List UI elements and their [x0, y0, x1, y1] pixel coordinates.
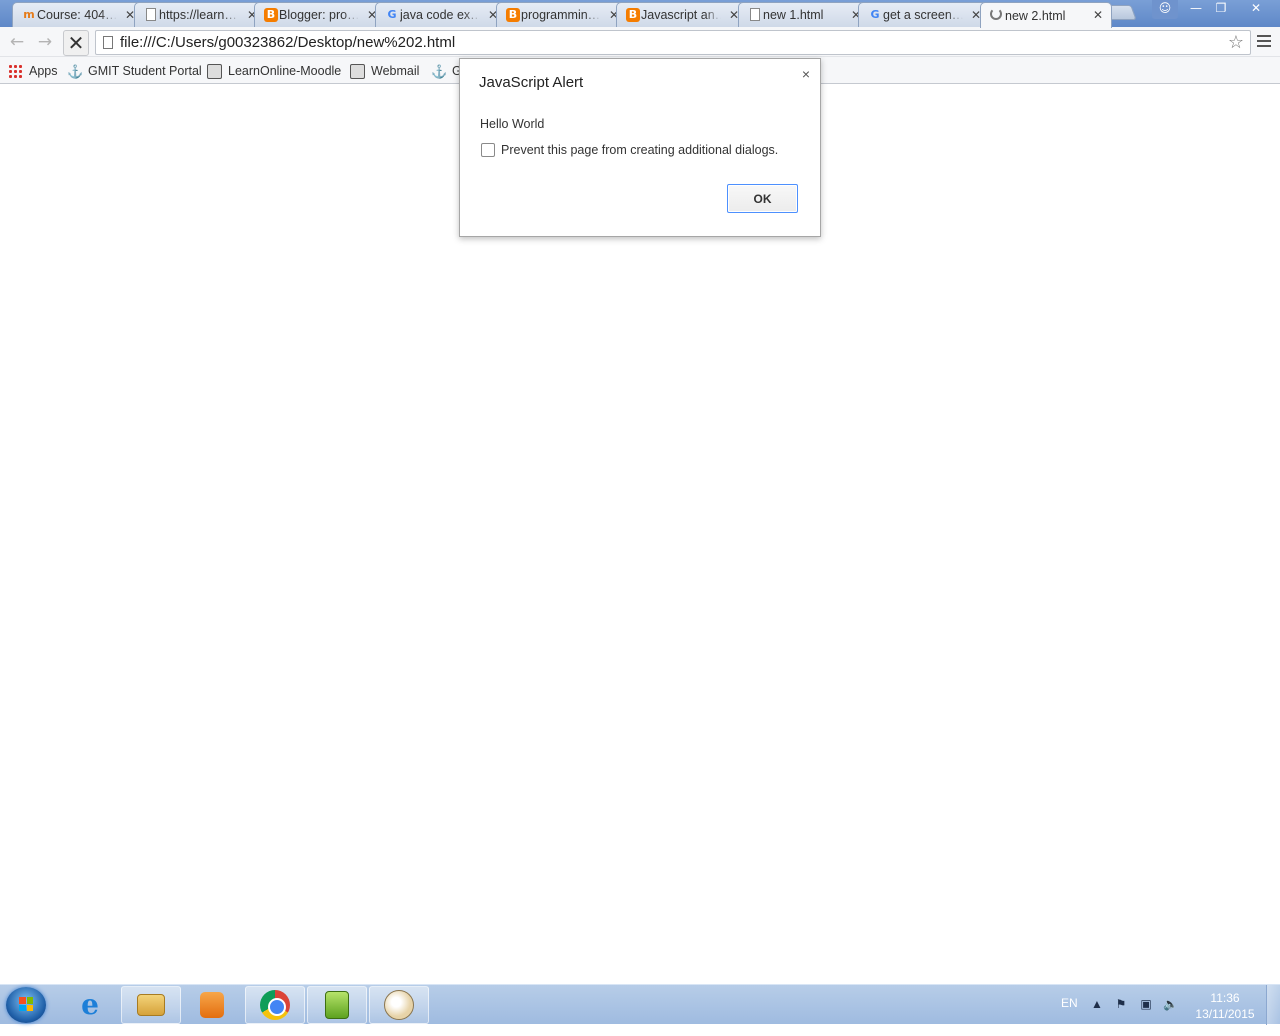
media-player-icon: [200, 992, 224, 1018]
tab-strip: m Course: 404… ✕ https://learn… ✕ B Blog…: [0, 0, 1280, 28]
loading-spinner-icon: [990, 8, 1002, 20]
internet-explorer-icon: e: [81, 988, 99, 1021]
tab-javascript[interactable]: B Javascript an… ✕: [616, 2, 748, 27]
dialog-message: Hello World: [480, 117, 545, 131]
tab-course[interactable]: m Course: 404… ✕: [12, 2, 144, 27]
tab-title: programmin…: [521, 8, 601, 22]
tab-title: Blogger: pro…: [279, 8, 359, 22]
windows-logo-icon: [19, 997, 33, 1011]
moodle-icon: m: [23, 8, 35, 21]
address-text[interactable]: file:///C:/Users/g00323862/Desktop/new%2…: [120, 34, 455, 51]
window-close-button[interactable]: ✕: [1234, 0, 1278, 19]
network-icon[interactable]: ▣: [1139, 997, 1153, 1011]
gmit-logo-icon: ⚓: [431, 63, 448, 79]
clock-time: 11:36: [1210, 991, 1240, 1005]
bookmark-label: GMIT Student Portal: [88, 64, 202, 78]
prevent-dialogs-label[interactable]: Prevent this page from creating addition…: [501, 143, 778, 157]
bookmark-g[interactable]: ⚓ G: [431, 62, 462, 80]
tab-title: java code ex…: [400, 8, 480, 22]
tab-get-screen[interactable]: G get a screen… ✕: [858, 2, 990, 27]
tab-title: new 1.html: [763, 8, 824, 22]
stop-loading-icon[interactable]: ✕: [63, 30, 89, 56]
windows-taskbar: e EN ▲ ⚑ ▣ 🔈 11:36 13/11/2015: [0, 984, 1280, 1025]
blogger-icon: B: [626, 8, 640, 22]
document-icon: [750, 8, 760, 21]
ok-button[interactable]: OK: [727, 184, 798, 213]
volume-icon[interactable]: 🔈: [1163, 997, 1178, 1011]
tab-title: get a screen…: [883, 8, 963, 22]
chrome-icon: [260, 990, 290, 1020]
taskbar-paint[interactable]: [369, 986, 429, 1024]
tab-java-code[interactable]: G java code ex… ✕: [375, 2, 507, 27]
tab-new1[interactable]: new 1.html ✕: [738, 2, 870, 27]
tab-learn[interactable]: https://learn… ✕: [134, 2, 266, 27]
blogger-icon: B: [506, 8, 520, 22]
apps-grid-icon: [8, 63, 23, 79]
bookmark-label: LearnOnline-Moodle: [228, 64, 342, 78]
prevent-dialogs-checkbox[interactable]: [481, 143, 495, 157]
bookmark-webmail[interactable]: Webmail: [350, 62, 419, 80]
gmit-logo-icon: ⚓: [67, 63, 84, 79]
bookmark-star-icon[interactable]: ☆: [1228, 32, 1244, 53]
action-center-flag-icon[interactable]: ⚑: [1114, 997, 1128, 1011]
taskbar-internet-explorer[interactable]: e: [60, 986, 120, 1024]
restore-button[interactable]: ❐: [1209, 0, 1233, 19]
system-clock[interactable]: 11:36 13/11/2015: [1190, 990, 1260, 1030]
dialog-title: JavaScript Alert: [479, 74, 584, 91]
tab-title: new 2.html: [1005, 8, 1066, 23]
start-button[interactable]: [6, 987, 46, 1023]
javascript-alert-dialog: JavaScript Alert × Hello World Prevent t…: [459, 58, 821, 237]
notepad-plus-plus-icon: [325, 991, 349, 1019]
bookmark-apps[interactable]: Apps: [8, 62, 58, 80]
dialog-close-icon[interactable]: ×: [802, 66, 810, 82]
google-icon: G: [870, 8, 880, 21]
minimize-button[interactable]: —: [1183, 0, 1209, 19]
bookmark-label: Webmail: [371, 64, 420, 78]
webmail-bookmark-icon: [350, 63, 365, 79]
tab-title: Course: 404…: [37, 8, 117, 22]
browser-toolbar: ← → ✕ file:///C:/Users/g00323862/Desktop…: [0, 27, 1280, 57]
user-profile-icon[interactable]: ☺: [1152, 0, 1178, 19]
back-arrow-icon[interactable]: ←: [6, 32, 28, 54]
language-indicator[interactable]: EN: [1061, 996, 1078, 1036]
document-icon: [146, 8, 156, 21]
tab-programming[interactable]: B programmin… ✕: [496, 2, 628, 27]
moodle-bookmark-icon: [207, 63, 222, 79]
bookmark-gmit-portal[interactable]: ⚓ GMIT Student Portal: [67, 62, 202, 80]
tab-title: https://learn…: [159, 8, 237, 22]
show-desktop-button[interactable]: [1266, 985, 1280, 1025]
paint-icon: [384, 990, 414, 1020]
address-bar[interactable]: file:///C:/Users/g00323862/Desktop/new%2…: [95, 30, 1251, 55]
tab-close-icon[interactable]: ✕: [1093, 8, 1103, 22]
taskbar-media-player[interactable]: [182, 986, 242, 1024]
tab-new2-active[interactable]: new 2.html ✕: [980, 2, 1112, 28]
google-icon: G: [387, 8, 397, 21]
taskbar-chrome[interactable]: [245, 986, 305, 1024]
taskbar-windows-explorer[interactable]: [121, 986, 181, 1024]
show-hidden-icons-arrow-icon[interactable]: ▲: [1090, 997, 1104, 1011]
clock-date: 13/11/2015: [1195, 1007, 1255, 1021]
tab-blogger[interactable]: B Blogger: pro… ✕: [254, 2, 386, 27]
blogger-icon: B: [264, 8, 278, 22]
chrome-menu-icon[interactable]: [1257, 33, 1271, 50]
page-icon: [103, 36, 113, 49]
windows-explorer-icon: [137, 994, 165, 1016]
bookmark-learnonline[interactable]: LearnOnline-Moodle: [207, 62, 341, 80]
taskbar-notepad-plus-plus[interactable]: [307, 986, 367, 1024]
forward-arrow-icon[interactable]: →: [34, 32, 56, 54]
bookmark-label: Apps: [29, 64, 58, 78]
tab-title: Javascript an…: [641, 8, 721, 22]
